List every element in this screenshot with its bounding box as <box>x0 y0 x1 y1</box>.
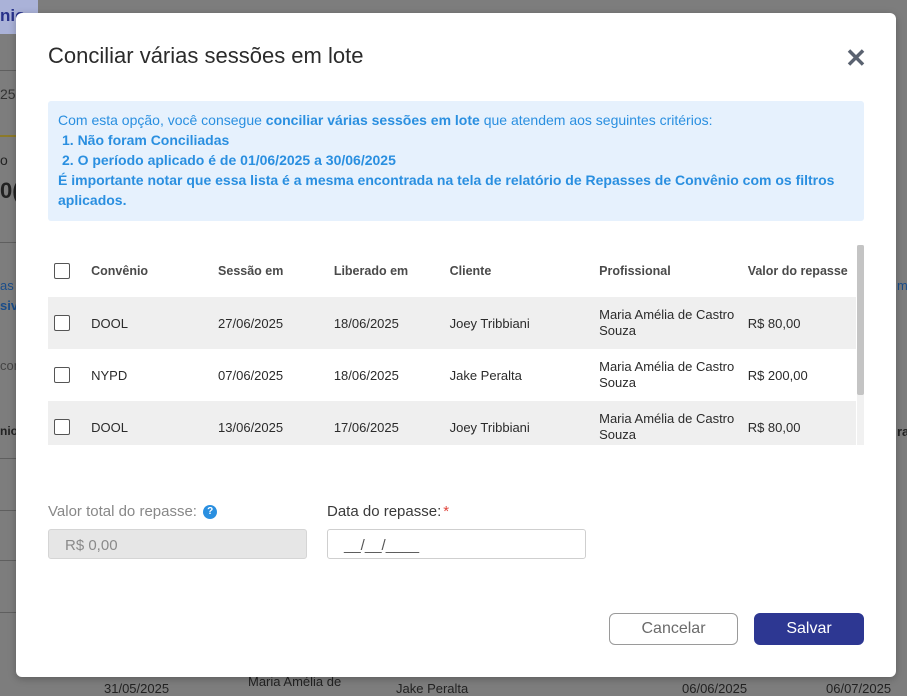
background-divider <box>0 135 16 137</box>
header-liberado: Liberado em <box>333 264 409 278</box>
background-row-cell: 31/05/2025 <box>104 681 170 696</box>
row-checkbox[interactable] <box>54 419 70 436</box>
data-repasse-input[interactable]: __/__/____ <box>327 529 586 559</box>
cell-convenio: DOOL <box>90 401 218 445</box>
background-row-cell: 06/06/2025 <box>682 681 748 696</box>
cell-sessao: 27/06/2025 <box>217 297 333 349</box>
info-criterion: 1. Não foram Conciliadas <box>62 132 230 148</box>
cell-profissional: Maria Amélia de Castro Souza <box>598 401 747 445</box>
background-text: 25 <box>0 86 16 102</box>
cell-profissional: Maria Amélia de Castro Souza <box>598 297 747 349</box>
background-divider <box>0 560 16 561</box>
modal-title: Conciliar várias sessões em lote <box>48 43 364 68</box>
background-text: ra <box>897 424 907 439</box>
cell-sessao: 07/06/2025 <box>217 349 333 401</box>
cell-sessao: 13/06/2025 <box>217 401 333 445</box>
cell-valor: R$ 200,00 <box>746 349 856 401</box>
cell-cliente: Joey Tribbiani <box>448 401 599 445</box>
table-scrollbar-thumb[interactable] <box>857 245 864 395</box>
cancel-button[interactable]: Cancelar <box>609 613 738 645</box>
cell-profissional: Maria Amélia de Castro Souza <box>598 349 747 401</box>
row-checkbox[interactable] <box>54 367 70 384</box>
background-text: as <box>0 278 14 293</box>
valor-total-label-text: Valor total do repasse: <box>48 503 197 520</box>
background-divider <box>0 242 16 243</box>
header-sessao: Sessão em <box>218 264 284 278</box>
table-header-row: Convênio Sessão em Liberado em Cliente P… <box>48 245 856 297</box>
header-convenio: Convênio <box>91 264 149 278</box>
sessions-table: Convênio Sessão em Liberado em Cliente P… <box>48 245 864 445</box>
cell-cliente: Jake Peralta <box>448 349 599 401</box>
table-row[interactable]: DOOL 13/06/2025 17/06/2025 Joey Tribbian… <box>48 401 856 445</box>
required-indicator: * <box>443 503 450 520</box>
info-intro-bold: conciliar várias sessões em lote <box>265 112 480 128</box>
info-criterion: 2. O período aplicado é de 01/06/2025 a … <box>62 152 396 168</box>
cell-valor: R$ 80,00 <box>746 297 856 349</box>
data-repasse-label-text: Data do repasse: <box>327 503 442 520</box>
header-cliente: Cliente <box>449 264 492 278</box>
row-checkbox[interactable] <box>54 315 70 332</box>
valor-total-label: Valor total do repasse: ? <box>48 503 218 520</box>
table-scrollbar[interactable] <box>857 245 864 445</box>
info-note: É importante notar que essa lista é a me… <box>58 172 835 208</box>
cell-valor: R$ 80,00 <box>746 401 856 445</box>
info-box: Com esta opção, você consegue conciliar … <box>48 101 864 221</box>
cell-liberado: 17/06/2025 <box>332 401 449 445</box>
batch-reconcile-modal: Conciliar várias sessões em lote ✕ Com e… <box>16 13 896 677</box>
save-button[interactable]: Salvar <box>754 613 864 645</box>
cell-liberado: 18/06/2025 <box>332 297 449 349</box>
background-text: me <box>897 278 907 293</box>
info-intro: Com esta opção, você consegue conciliar … <box>58 110 854 130</box>
background-text: o <box>0 152 8 168</box>
data-repasse-label: Data do repasse: * <box>327 503 449 520</box>
background-row-cell: 06/07/2025 <box>826 681 892 696</box>
cell-cliente: Joey Tribbiani <box>448 297 599 349</box>
cell-convenio: NYPD <box>90 349 218 401</box>
header-valor: Valor do repasse <box>747 264 848 278</box>
background-divider <box>0 70 16 71</box>
valor-total-field: R$ 0,00 <box>48 529 307 559</box>
table-row[interactable]: DOOL 27/06/2025 18/06/2025 Joey Tribbian… <box>48 297 856 349</box>
header-profissional: Profissional <box>599 264 671 278</box>
background-divider <box>0 510 16 511</box>
info-intro-text: que atendem aos seguintes critérios: <box>479 112 713 128</box>
table-row[interactable]: NYPD 07/06/2025 18/06/2025 Jake Peralta … <box>48 349 856 401</box>
background-divider <box>0 458 16 459</box>
background-divider <box>0 612 16 613</box>
cell-liberado: 18/06/2025 <box>332 349 449 401</box>
background-row-cell: Jake Peralta <box>396 681 469 696</box>
close-icon[interactable]: ✕ <box>844 45 868 71</box>
help-icon[interactable]: ? <box>203 505 218 520</box>
cell-convenio: DOOL <box>90 297 218 349</box>
info-intro-text: Com esta opção, você consegue <box>58 112 266 128</box>
select-all-checkbox[interactable] <box>54 263 70 279</box>
